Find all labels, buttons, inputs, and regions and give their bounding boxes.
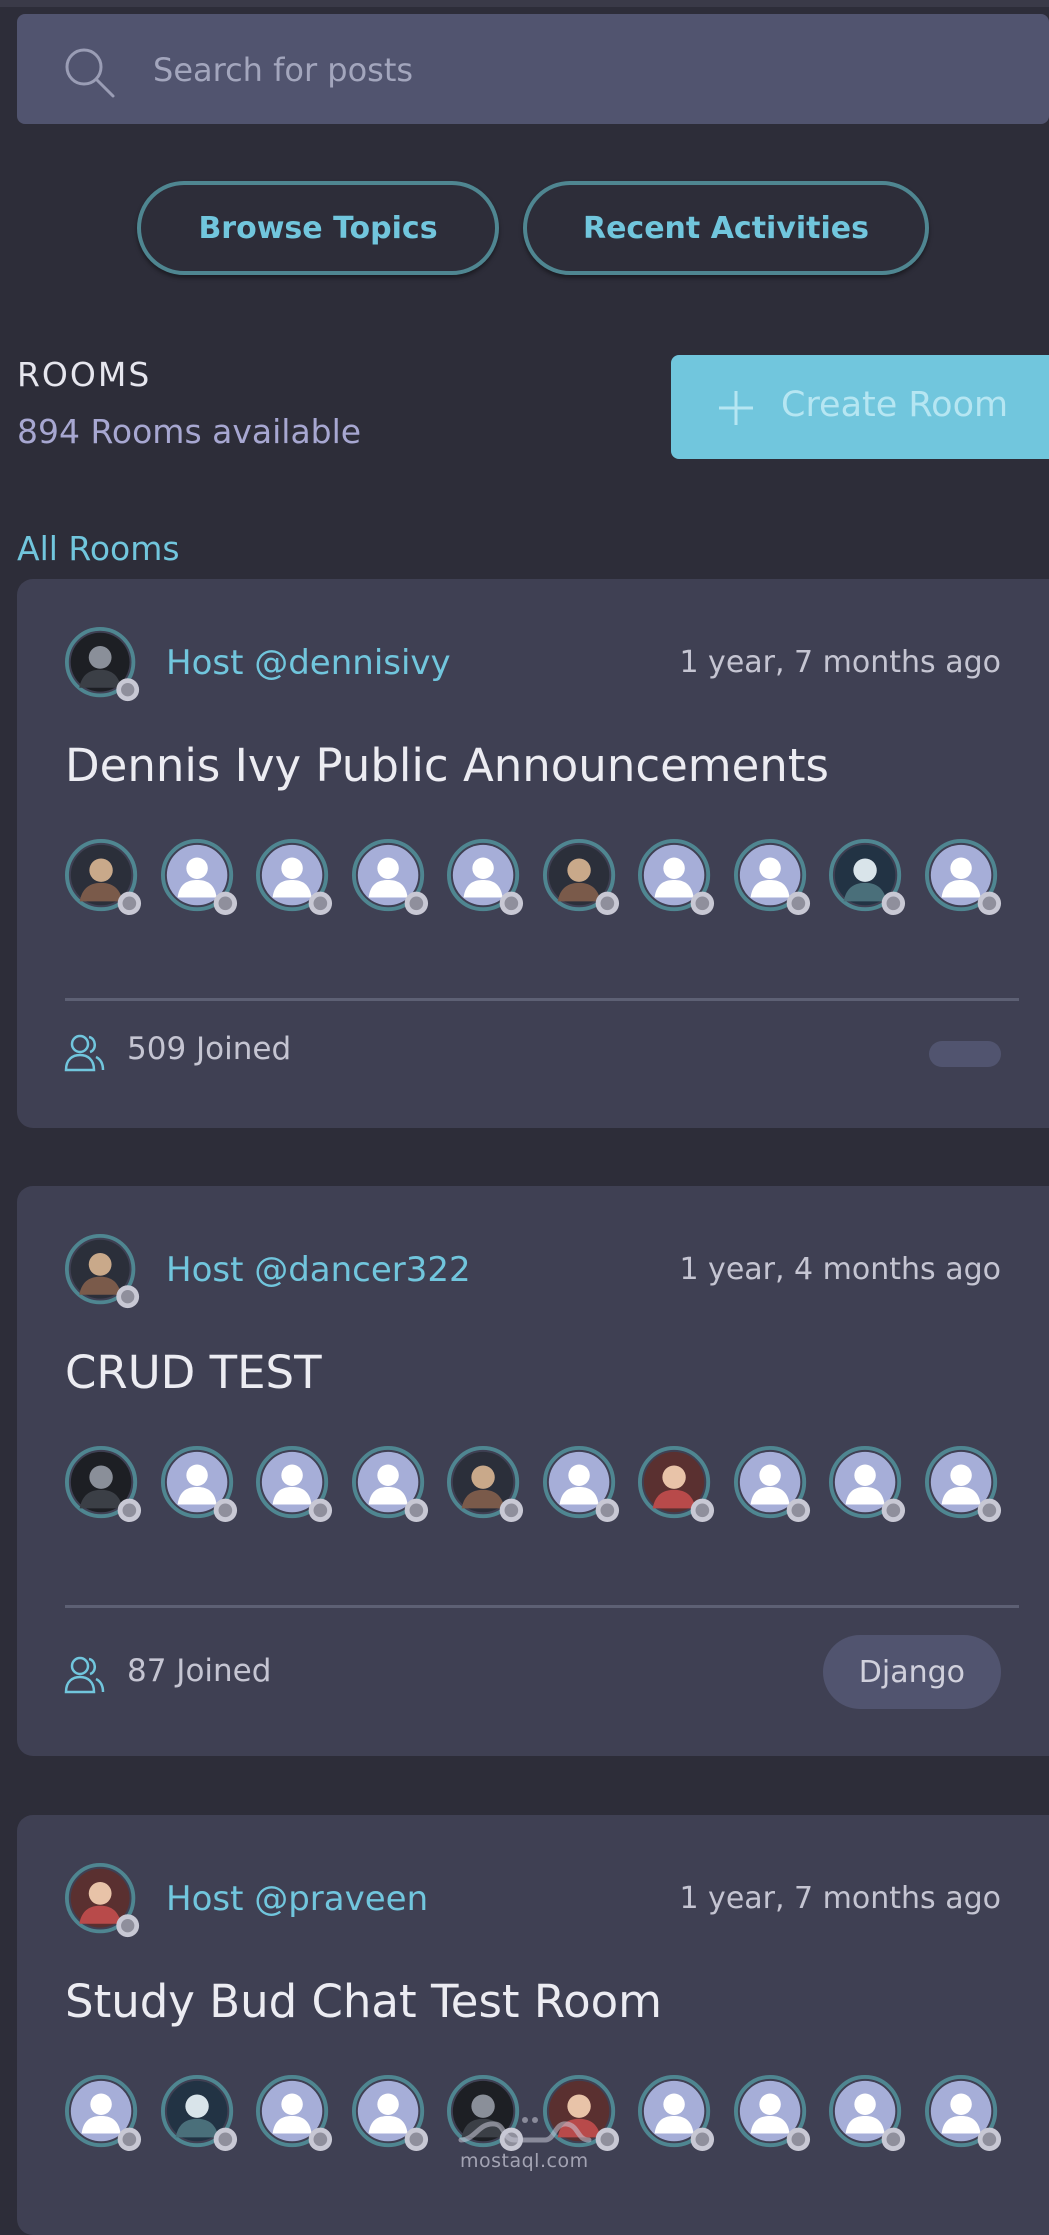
participant-avatar[interactable] [542,839,621,917]
participant-avatar[interactable] [447,839,525,917]
participant-avatars [64,1446,1015,1526]
participant-avatar[interactable] [733,839,812,917]
create-room-label: Create Room [781,385,1009,425]
participant-avatar[interactable] [924,1446,1003,1524]
participant-avatar[interactable] [256,2075,334,2153]
plus-icon [719,391,753,425]
participant-avatar[interactable] [829,1446,907,1524]
top-edge [0,0,1049,7]
participant-avatar[interactable] [351,1446,430,1524]
rooms-count: 894 Rooms available [17,412,362,451]
room-title[interactable]: Dennis Ivy Public Announcements [65,739,829,792]
participant-avatar[interactable] [351,2075,430,2153]
card-divider [65,1605,1019,1608]
participant-avatar[interactable] [733,2075,812,2153]
browse-topics-button[interactable]: Browse Topics [137,181,499,275]
search-input[interactable] [153,42,1013,98]
room-title[interactable]: Study Bud Chat Test Room [65,1975,662,2028]
participant-avatar[interactable] [924,2075,1003,2153]
participant-avatar[interactable] [829,839,907,917]
room-title[interactable]: CRUD TEST [65,1346,322,1399]
participant-avatars [64,839,1015,919]
participant-avatar[interactable] [542,1446,621,1524]
users-icon [64,1656,105,1694]
search-icon [65,48,115,98]
participant-avatar[interactable] [256,1446,334,1524]
all-rooms-link[interactable]: All Rooms [17,529,180,568]
participant-avatar[interactable] [64,839,143,917]
watermark-text: mostaql.com [460,2150,589,2172]
participant-avatar[interactable] [351,839,430,917]
participant-avatar[interactable] [64,1446,143,1524]
room-timestamp: 1 year, 7 months ago [679,1881,1001,1916]
joined-count: 509 Joined [127,1031,292,1067]
host-link[interactable]: Host @dennisivy [166,643,451,683]
recent-activities-button[interactable]: Recent Activities [523,181,929,275]
host-avatar[interactable] [65,627,141,703]
host-avatar[interactable] [65,1234,141,1310]
search-bar[interactable] [17,14,1049,124]
participant-avatar[interactable] [64,2075,143,2153]
participant-avatar[interactable] [924,839,1003,917]
participant-avatar[interactable] [447,1446,525,1524]
users-icon [64,1034,105,1072]
participant-avatar[interactable] [638,839,716,917]
room-card[interactable]: Host @dennisivy 1 year, 7 months ago Den… [17,579,1049,1128]
room-card[interactable]: Host @praveen 1 year, 7 months ago Study… [17,1815,1049,2235]
participant-avatar[interactable] [160,839,239,917]
room-timestamp: 1 year, 7 months ago [679,645,1001,680]
participant-avatar[interactable] [160,1446,239,1524]
topic-badge[interactable]: Django [822,1635,1001,1709]
participant-avatar[interactable] [256,839,334,917]
participant-avatar[interactable] [638,1446,716,1524]
participant-avatar[interactable] [160,2075,239,2153]
host-link[interactable]: Host @praveen [166,1879,428,1919]
participant-avatar[interactable] [733,1446,812,1524]
create-room-button[interactable]: Create Room [671,355,1049,459]
topic-badge[interactable] [929,1041,1001,1067]
participant-avatar[interactable] [638,2075,716,2153]
room-timestamp: 1 year, 4 months ago [679,1252,1001,1287]
host-avatar[interactable] [65,1863,141,1939]
host-link[interactable]: Host @dancer322 [166,1250,471,1290]
participant-avatar[interactable] [829,2075,907,2153]
rooms-heading: ROOMS [17,355,152,394]
card-divider [65,998,1019,1001]
room-card[interactable]: Host @dancer322 1 year, 4 months ago CRU… [17,1186,1049,1756]
joined-count: 87 Joined [127,1653,272,1689]
